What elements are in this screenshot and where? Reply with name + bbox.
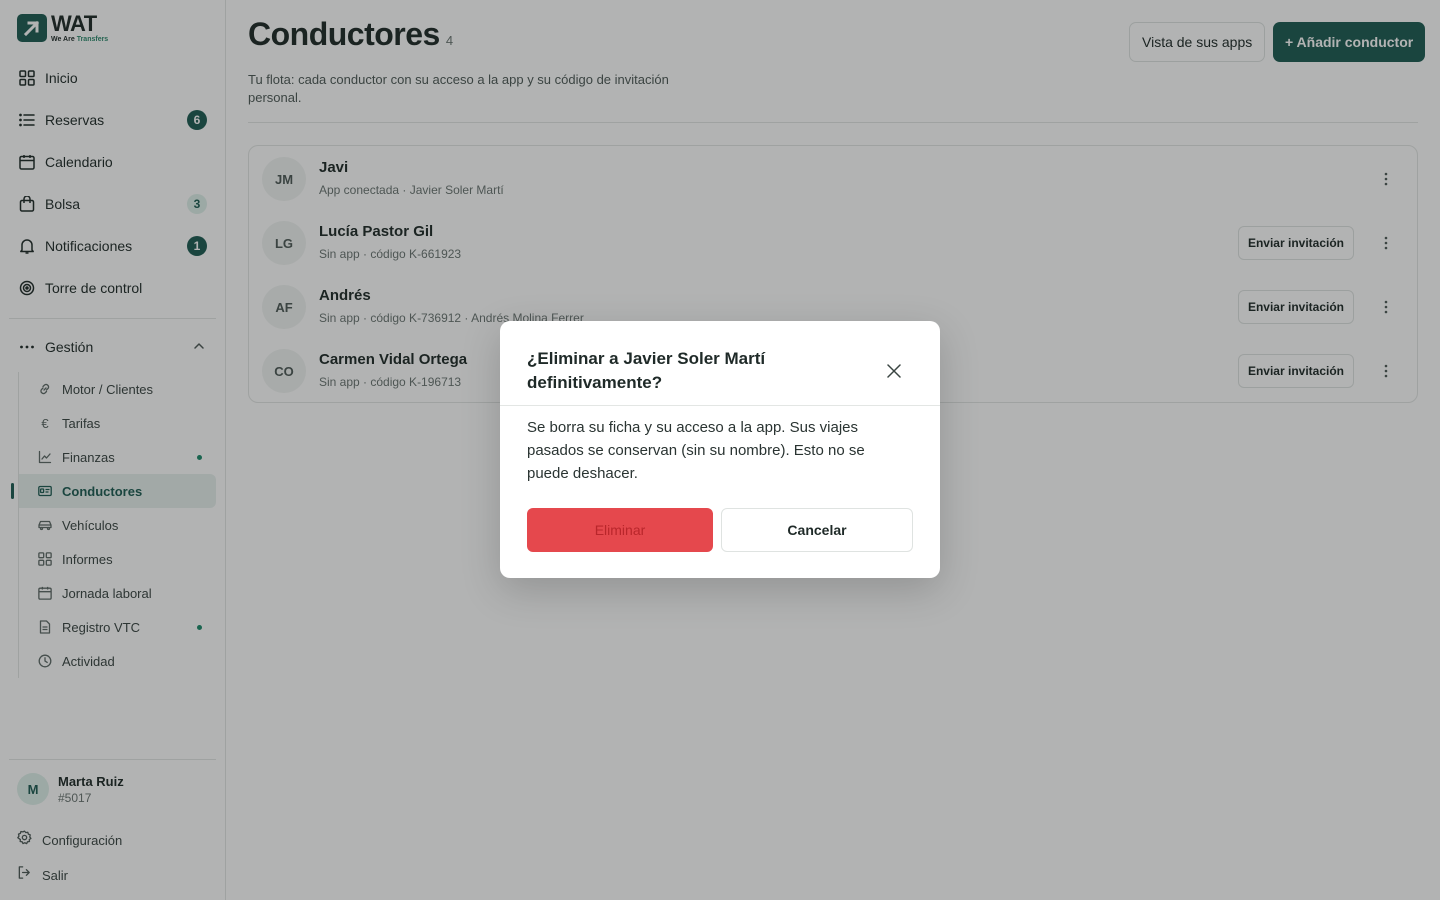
- dialog-divider: [500, 405, 940, 406]
- close-icon[interactable]: [882, 359, 906, 383]
- dialog-message: Se borra su ficha y su acceso a la app. …: [527, 419, 865, 482]
- dialog-title: ¿Eliminar a Javier Soler Martí definitiv…: [527, 349, 766, 392]
- cancel-button[interactable]: Cancelar: [721, 508, 913, 552]
- confirm-delete-button[interactable]: Eliminar: [527, 508, 713, 552]
- delete-driver-dialog: ¿Eliminar a Javier Soler Martí definitiv…: [500, 321, 940, 578]
